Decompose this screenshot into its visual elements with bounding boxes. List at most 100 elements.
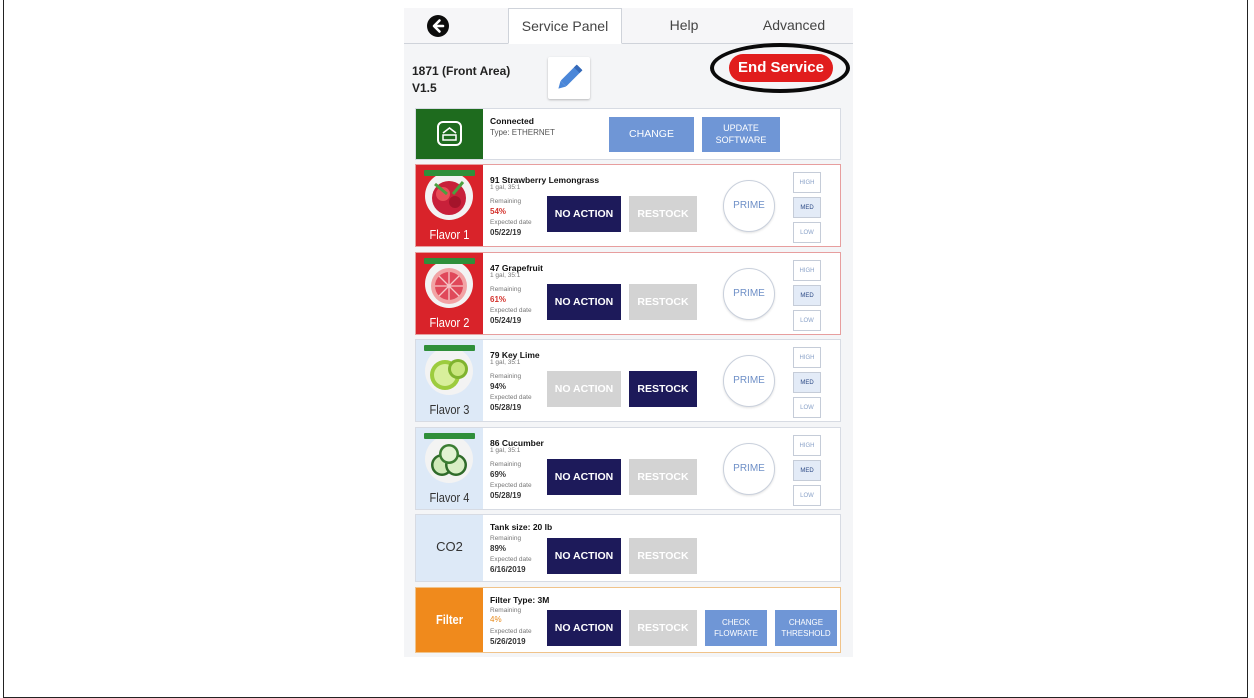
level-high[interactable]: HIGH	[793, 347, 821, 368]
flavor-package: 1 gal, 35:1	[490, 184, 521, 191]
connection-card: Connected Type: ETHERNET CHANGE UPDATE S…	[415, 108, 841, 160]
level-low[interactable]: LOW	[793, 397, 821, 418]
flavor-card: Flavor 4 86 Cucumber 1 gal, 35:1 Remaini…	[415, 427, 841, 510]
machine-name: 1871 (Front Area)	[412, 64, 511, 78]
no-action-button[interactable]: NO ACTION	[547, 459, 621, 495]
level-med[interactable]: MED	[793, 197, 821, 218]
back-arrow-icon[interactable]	[427, 15, 449, 37]
restock-button[interactable]: RESTOCK	[629, 610, 697, 646]
brand-ribbon	[424, 345, 475, 351]
expected-date-value: 6/16/2019	[490, 565, 526, 574]
level-low[interactable]: LOW	[793, 485, 821, 506]
flavor-card: Flavor 1 91 Strawberry Lemongrass 1 gal,…	[415, 164, 841, 247]
no-action-button[interactable]: NO ACTION	[547, 284, 621, 320]
expected-date-label: Expected date	[490, 219, 532, 226]
flavor-image	[425, 347, 473, 395]
co2-card: CO2 Tank size: 20 lb Remaining 89% Expec…	[415, 514, 841, 582]
edit-button[interactable]	[548, 57, 590, 99]
end-service-highlight: End Service	[710, 43, 850, 93]
flavor-swatch: Flavor 4	[416, 428, 483, 509]
change-threshold-button[interactable]: CHANGE THRESHOLD	[775, 610, 837, 646]
flavor-swatch: Flavor 3	[416, 340, 483, 421]
change-connection-button[interactable]: CHANGE	[609, 117, 694, 152]
flavor-slot-label: Flavor 3	[429, 402, 470, 417]
brand-ribbon	[424, 258, 475, 264]
level-med[interactable]: MED	[793, 372, 821, 393]
machine-version: V1.5	[412, 81, 437, 95]
remaining-value: 4%	[490, 615, 502, 624]
level-low[interactable]: LOW	[793, 310, 821, 331]
pencil-icon	[558, 64, 583, 89]
filter-label: Filter	[435, 612, 464, 627]
expected-date-value: 05/28/19	[490, 491, 522, 500]
flavor-card: Flavor 3 79 Key Lime 1 gal, 35:1 Remaini…	[415, 339, 841, 422]
prime-button[interactable]: PRIME	[723, 443, 775, 495]
flavor-slot-label: Flavor 4	[429, 490, 470, 505]
level-high[interactable]: HIGH	[793, 172, 821, 193]
flavor-image	[425, 260, 473, 308]
level-med[interactable]: MED	[793, 460, 821, 481]
flavor-swatch: Flavor 1	[416, 165, 483, 246]
expected-date-value: 5/26/2019	[490, 637, 526, 646]
end-service-button[interactable]: End Service	[729, 54, 833, 82]
flavor-image	[425, 172, 473, 220]
restock-button[interactable]: RESTOCK	[629, 371, 697, 407]
flavor-slot-label: Flavor 1	[429, 227, 470, 242]
restock-button[interactable]: RESTOCK	[629, 284, 697, 320]
level-high[interactable]: HIGH	[793, 435, 821, 456]
remaining-label: Remaining	[490, 535, 522, 542]
tab-help[interactable]: Help	[636, 8, 732, 42]
prime-button[interactable]: PRIME	[723, 355, 775, 407]
flavor-swatch: Flavor 2	[416, 253, 483, 334]
no-action-button[interactable]: NO ACTION	[547, 196, 621, 232]
prime-button[interactable]: PRIME	[723, 268, 775, 320]
expected-date-label: Expected date	[490, 307, 532, 314]
flavor-image	[425, 435, 473, 483]
remaining-label: Remaining	[490, 198, 522, 205]
check-flowrate-button[interactable]: CHECK FLOWRATE	[705, 610, 767, 646]
restock-button[interactable]: RESTOCK	[629, 196, 697, 232]
expected-date-label: Expected date	[490, 482, 532, 489]
filter-type: Filter Type: 3M	[490, 595, 550, 605]
brand-ribbon	[424, 170, 475, 176]
filter-swatch: Filter	[416, 588, 483, 652]
flavor-package: 1 gal, 35:1	[490, 359, 521, 366]
remaining-value: 69%	[490, 470, 507, 479]
tab-bar: Service Panel Help Advanced	[404, 8, 853, 44]
service-panel-app: Service Panel Help Advanced 1871 (Front …	[404, 8, 853, 657]
router-icon	[437, 121, 462, 146]
connection-type: Type: ETHERNET	[490, 128, 555, 137]
tab-service-panel[interactable]: Service Panel	[508, 8, 622, 44]
co2-label: CO2	[436, 539, 463, 554]
level-low[interactable]: LOW	[793, 222, 821, 243]
restock-button[interactable]: RESTOCK	[629, 538, 697, 574]
level-high[interactable]: HIGH	[793, 260, 821, 281]
no-action-button[interactable]: NO ACTION	[547, 610, 621, 646]
no-action-button[interactable]: NO ACTION	[547, 371, 621, 407]
restock-button[interactable]: RESTOCK	[629, 459, 697, 495]
tab-advanced[interactable]: Advanced	[744, 8, 844, 42]
expected-date-label: Expected date	[490, 394, 532, 401]
expected-date-value: 05/28/19	[490, 403, 522, 412]
brand-ribbon	[424, 433, 475, 439]
remaining-value: 54%	[490, 207, 507, 216]
expected-date-value: 05/22/19	[490, 228, 522, 237]
no-action-button[interactable]: NO ACTION	[547, 538, 621, 574]
connection-swatch	[416, 109, 483, 159]
co2-swatch: CO2	[416, 515, 483, 581]
update-software-button[interactable]: UPDATE SOFTWARE	[702, 117, 780, 152]
remaining-value: 94%	[490, 382, 507, 391]
remaining-label: Remaining	[490, 373, 522, 380]
flavor-package: 1 gal, 35:1	[490, 447, 521, 454]
connection-status: Connected	[490, 116, 534, 126]
remaining-value: 61%	[490, 295, 507, 304]
remaining-value: 89%	[490, 544, 507, 553]
level-med[interactable]: MED	[793, 285, 821, 306]
flavor-card: Flavor 2 47 Grapefruit 1 gal, 35:1 Remai…	[415, 252, 841, 335]
remaining-label: Remaining	[490, 461, 522, 468]
remaining-label: Remaining	[490, 607, 522, 614]
machine-info: 1871 (Front Area) V1.5	[412, 63, 510, 97]
expected-date-label: Expected date	[490, 628, 532, 635]
prime-button[interactable]: PRIME	[723, 180, 775, 232]
co2-tank-size: Tank size: 20 lb	[490, 522, 553, 532]
